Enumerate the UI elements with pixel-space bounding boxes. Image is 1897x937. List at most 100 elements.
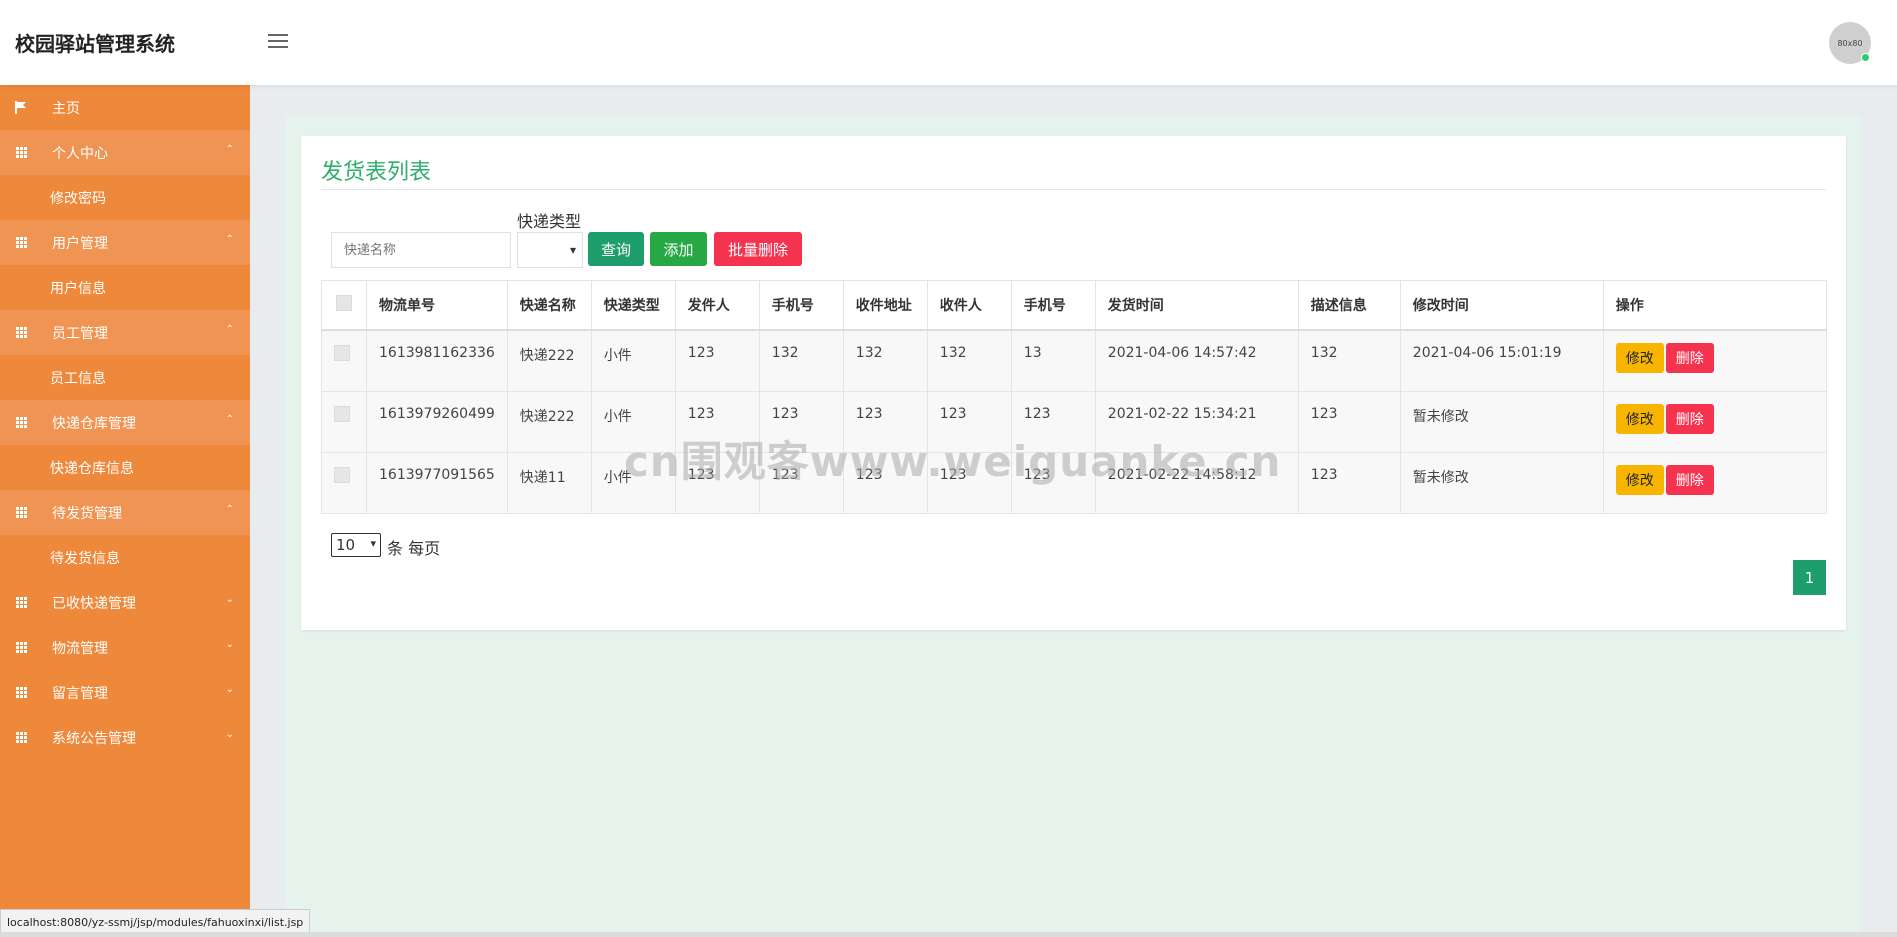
search-input[interactable] bbox=[331, 232, 511, 268]
select-all-checkbox[interactable] bbox=[336, 295, 352, 311]
watermark: cn围观客www.weiguanke.cn bbox=[624, 437, 1282, 486]
title-divider bbox=[321, 189, 1826, 190]
list-card: 发货表列表 快递类型 ▾ 查询 添加 批量删除 物流单号 快递名称 快递类型 发… bbox=[301, 136, 1846, 630]
grid-icon bbox=[14, 326, 28, 340]
chevron-down-icon: ⌄ bbox=[225, 639, 234, 650]
per-page-label: 条 每页 bbox=[387, 539, 441, 558]
grid-icon bbox=[14, 146, 28, 160]
table-cell: 1613977091565 bbox=[366, 451, 508, 514]
row-checkbox[interactable] bbox=[334, 345, 350, 361]
bulk-delete-button[interactable]: 批量删除 bbox=[714, 232, 802, 266]
chevron-down-icon: ▾ bbox=[370, 537, 376, 550]
status-url: localhost:8080/yz-ssmj/jsp/modules/fahuo… bbox=[7, 915, 304, 929]
col-header: 快递名称 bbox=[506, 280, 592, 331]
sidebar-subitem-change-password[interactable]: 修改密码 bbox=[0, 175, 250, 220]
sidebar: 主页 个人中心 ⌃ 修改密码 用户管理 ⌃ 用户信息 员工管理 ⌃ 员工信息 快… bbox=[0, 85, 250, 937]
chevron-down-icon: ⌄ bbox=[225, 729, 234, 740]
table-cell: 暂未修改 bbox=[1399, 390, 1604, 453]
delete-button[interactable]: 删除 bbox=[1665, 343, 1714, 373]
row-checkbox[interactable] bbox=[334, 405, 350, 422]
table-cell: 13 bbox=[1010, 329, 1096, 392]
edit-button[interactable]: 修改 bbox=[1615, 343, 1664, 373]
table-cell: 123 bbox=[1297, 451, 1401, 514]
table-cell: 1613981162336 bbox=[366, 329, 508, 392]
page-size-value: 10 bbox=[336, 536, 356, 554]
table-cell: 快递222 bbox=[506, 329, 592, 392]
delete-button[interactable]: 删除 bbox=[1665, 464, 1714, 495]
col-header: 手机号 bbox=[1010, 280, 1096, 331]
sidebar-subitem-warehouse-info[interactable]: 快递仓库信息 bbox=[0, 445, 250, 490]
page-title: 发货表列表 bbox=[321, 160, 432, 185]
table-cell: 小件 bbox=[590, 329, 676, 392]
sidebar-group-warehouse[interactable]: 快递仓库管理 ⌃ bbox=[0, 400, 250, 445]
add-button[interactable]: 添加 bbox=[650, 232, 707, 266]
query-button[interactable]: 查询 bbox=[588, 232, 644, 266]
chevron-up-icon: ⌃ bbox=[225, 414, 234, 425]
row-actions: 修改 删除 bbox=[1602, 390, 1828, 453]
table-cell: 132 bbox=[758, 329, 844, 392]
sidebar-subitem-user-info[interactable]: 用户信息 bbox=[0, 265, 250, 310]
edit-button[interactable]: 修改 bbox=[1615, 403, 1664, 434]
table-cell: 1613979260499 bbox=[366, 390, 508, 453]
sidebar-group-received[interactable]: 已收快递管理 ⌄ bbox=[0, 580, 250, 625]
sidebar-group-pending-shipment[interactable]: 待发货管理 ⌃ bbox=[0, 490, 250, 535]
page-size-select[interactable]: 10 ▾ bbox=[331, 533, 381, 557]
type-filter-label: 快递类型 bbox=[517, 212, 582, 231]
sidebar-subitem-staff-info[interactable]: 员工信息 bbox=[0, 355, 250, 400]
chevron-down-icon: ⌄ bbox=[225, 684, 234, 695]
sidebar-item-label: 快递仓库管理 bbox=[52, 415, 136, 432]
delete-button[interactable]: 删除 bbox=[1665, 403, 1714, 434]
sidebar-item-label: 个人中心 bbox=[52, 145, 108, 162]
table-cell: 快递222 bbox=[506, 390, 592, 453]
row-select-cell bbox=[321, 451, 367, 514]
sidebar-item-label: 已收快递管理 bbox=[52, 595, 136, 612]
sidebar-group-users[interactable]: 用户管理 ⌃ bbox=[0, 220, 250, 265]
page-button-current[interactable]: 1 bbox=[1793, 560, 1826, 595]
menu-toggle-icon[interactable] bbox=[268, 34, 288, 50]
type-filter-select[interactable]: ▾ bbox=[517, 232, 583, 268]
table-cell: 132 bbox=[1297, 329, 1401, 392]
col-header: 修改时间 bbox=[1399, 280, 1604, 331]
sidebar-group-personal[interactable]: 个人中心 ⌃ bbox=[0, 130, 250, 175]
grid-icon bbox=[14, 731, 28, 745]
chevron-down-icon: ⌄ bbox=[225, 594, 234, 605]
col-header: 发件人 bbox=[674, 280, 760, 331]
col-header: 收件地址 bbox=[842, 280, 928, 331]
sidebar-subitem-label: 快递仓库信息 bbox=[50, 460, 134, 477]
sidebar-item-home[interactable]: 主页 bbox=[0, 85, 250, 130]
col-header: 收件人 bbox=[926, 280, 1012, 331]
sidebar-subitem-pending-info[interactable]: 待发货信息 bbox=[0, 535, 250, 580]
grid-icon bbox=[14, 596, 28, 610]
col-header: 描述信息 bbox=[1297, 280, 1401, 331]
sidebar-subitem-label: 员工信息 bbox=[50, 370, 106, 387]
col-header: 发货时间 bbox=[1094, 280, 1299, 331]
edit-button[interactable]: 修改 bbox=[1615, 464, 1664, 495]
sidebar-group-messages[interactable]: 留言管理 ⌄ bbox=[0, 670, 250, 715]
avatar[interactable]: 80x80 bbox=[1829, 22, 1871, 64]
table-cell: 2021-04-06 14:57:42 bbox=[1094, 329, 1299, 392]
avatar-text: 80x80 bbox=[1837, 38, 1863, 48]
sidebar-group-staff[interactable]: 员工管理 ⌃ bbox=[0, 310, 250, 355]
sidebar-subitem-label: 待发货信息 bbox=[50, 550, 120, 567]
sidebar-item-label: 物流管理 bbox=[52, 640, 108, 657]
sidebar-item-label: 留言管理 bbox=[52, 685, 108, 702]
table-cell: 暂未修改 bbox=[1399, 451, 1604, 514]
table-cell: 123 bbox=[674, 329, 760, 392]
sidebar-group-logistics[interactable]: 物流管理 ⌄ bbox=[0, 625, 250, 670]
app-title: 校园驿站管理系统 bbox=[15, 32, 175, 56]
table-cell: 132 bbox=[926, 329, 1012, 392]
chevron-up-icon: ⌃ bbox=[225, 144, 234, 155]
table-cell: 2021-04-06 15:01:19 bbox=[1399, 329, 1604, 392]
sidebar-item-label: 待发货管理 bbox=[52, 505, 122, 522]
table-row: 1613981162336 快递222 小件 123 132 132 132 1… bbox=[321, 329, 1828, 392]
row-select-cell bbox=[321, 390, 367, 453]
row-checkbox[interactable] bbox=[334, 466, 350, 483]
sidebar-subitem-label: 用户信息 bbox=[50, 280, 106, 297]
grid-icon bbox=[14, 416, 28, 430]
sidebar-group-announcements[interactable]: 系统公告管理 ⌄ bbox=[0, 715, 250, 760]
table-cell: 132 bbox=[842, 329, 928, 392]
grid-icon bbox=[14, 641, 28, 655]
grid-icon bbox=[14, 506, 28, 520]
grid-icon bbox=[14, 236, 28, 250]
chevron-up-icon: ⌃ bbox=[225, 234, 234, 245]
